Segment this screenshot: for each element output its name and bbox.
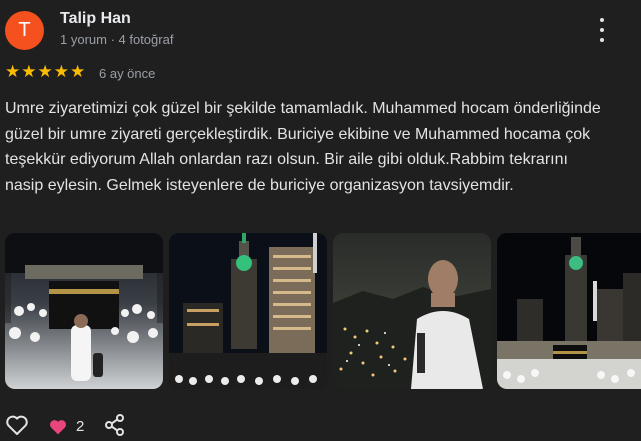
star-icon: ★ (5, 62, 21, 81)
photo-strip (5, 233, 641, 391)
review-time: 6 ay önce (99, 66, 156, 81)
more-options-icon[interactable] (594, 16, 610, 44)
kaaba-courtyard-photo[interactable] (5, 233, 163, 389)
kaaba-clock-tower-photo[interactable] (497, 233, 641, 389)
clock-tower-night-photo[interactable] (169, 233, 327, 389)
heart-outline-icon[interactable] (5, 414, 29, 441)
star-icon: ★ (21, 62, 37, 81)
star-icon: ★ (53, 62, 69, 81)
share-icon[interactable] (104, 414, 126, 441)
reaction-count: 2 (76, 418, 85, 435)
man-city-night-photo[interactable] (333, 233, 491, 389)
star-icon: ★ (37, 62, 53, 81)
review-text: Umre ziyaretimizi çok güzel bir şekilde … (5, 100, 601, 194)
star-rating: ★ ★ ★ ★ ★ (5, 63, 85, 81)
star-icon: ★ (70, 62, 86, 81)
avatar[interactable]: T (5, 11, 44, 50)
avatar-initial: T (18, 19, 31, 41)
reviewer-name[interactable]: Talip Han (60, 10, 131, 28)
reviewer-meta: 1 yorum · 4 fotoğraf (60, 32, 174, 47)
